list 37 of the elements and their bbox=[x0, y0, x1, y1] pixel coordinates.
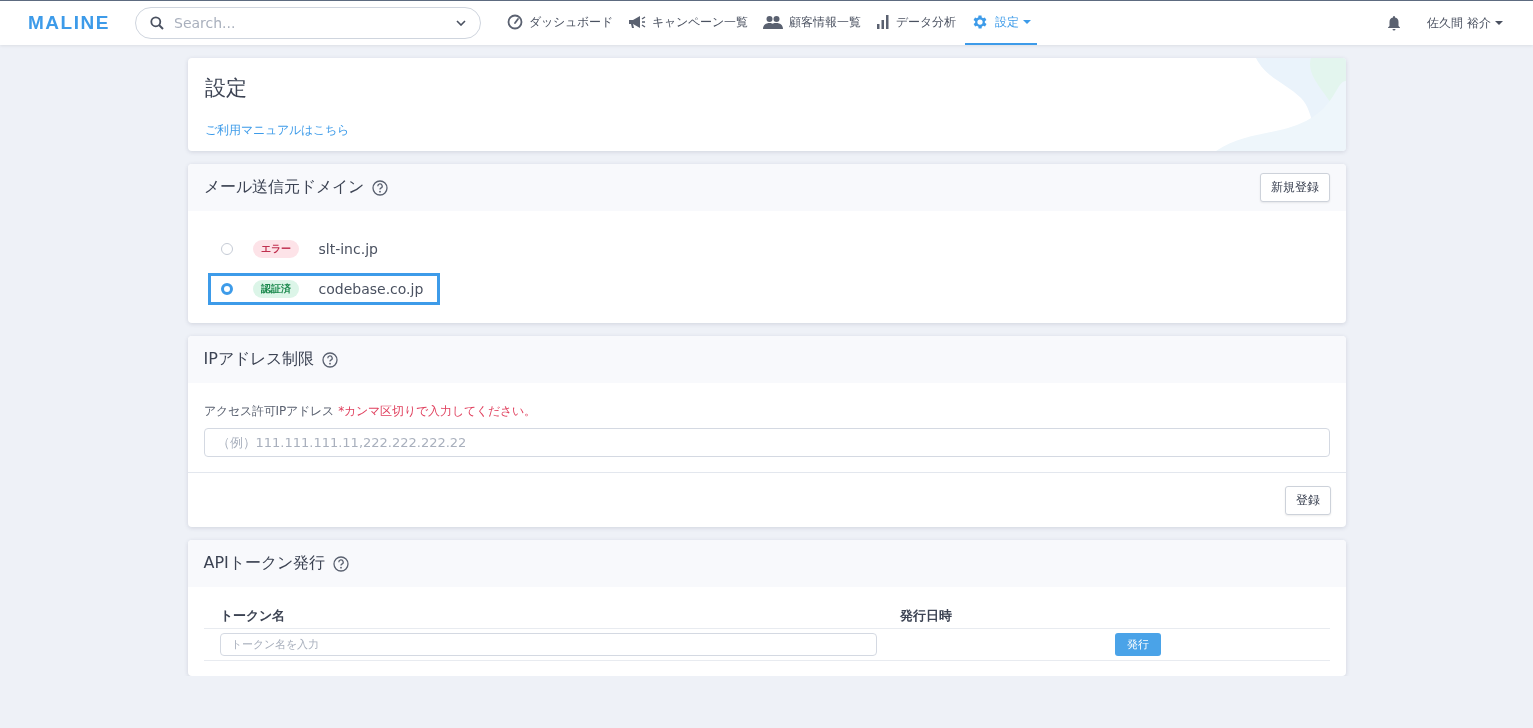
caret-icon bbox=[1495, 21, 1503, 25]
domain-option[interactable]: 認証済 codebase.co.jp bbox=[207, 273, 441, 305]
section-title: メール送信元ドメイン bbox=[203, 177, 364, 198]
gauge-icon bbox=[507, 14, 523, 30]
gear-icon bbox=[971, 13, 989, 31]
search-input[interactable]: Search... bbox=[172, 14, 448, 32]
user-menu[interactable]: 佐久間 裕介 bbox=[1427, 14, 1503, 32]
field-label: アクセス許可IPアドレス bbox=[203, 404, 335, 418]
nav-link[interactable]: 顧客情報一覧 bbox=[757, 1, 867, 45]
nav-link[interactable]: データ分析 bbox=[870, 1, 962, 45]
domain-name: slt-inc.jp bbox=[318, 241, 379, 257]
search-icon bbox=[150, 16, 164, 30]
column-header: 発行日時 bbox=[899, 607, 953, 625]
ip-address-field[interactable]: （例）111.111.111.11,222.222.222.22 bbox=[203, 428, 1330, 457]
field-note: *カンマ区切りで入力してください。 bbox=[338, 404, 537, 418]
status-badge: エラー bbox=[252, 240, 299, 258]
token-name-field[interactable]: トークン名を入力 bbox=[219, 633, 877, 656]
bar-chart-icon bbox=[876, 15, 890, 29]
nav-link[interactable]: キャンペーン一覧 bbox=[622, 1, 754, 45]
new-registration-button[interactable]: 新規登録 bbox=[1259, 173, 1330, 202]
domain-name: codebase.co.jp bbox=[318, 281, 425, 297]
domain-option[interactable]: エラー slt-inc.jp bbox=[207, 233, 395, 265]
section-title: APIトークン発行 bbox=[203, 553, 325, 574]
page-title: 設定 bbox=[204, 75, 248, 102]
help-icon[interactable] bbox=[371, 179, 388, 196]
nav-link[interactable]: ダッシュボード bbox=[501, 1, 619, 45]
register-button[interactable]: 登録 bbox=[1284, 486, 1331, 515]
bell-icon[interactable] bbox=[1387, 15, 1402, 31]
section-title: IPアドレス制限 bbox=[203, 349, 314, 370]
chevron-down-icon bbox=[456, 20, 466, 26]
people-icon bbox=[763, 15, 783, 29]
column-header: トークン名 bbox=[219, 607, 286, 625]
help-icon[interactable] bbox=[321, 351, 338, 368]
radio-button[interactable] bbox=[220, 283, 233, 295]
help-icon[interactable] bbox=[332, 555, 349, 572]
status-badge: 認証済 bbox=[252, 280, 299, 298]
megaphone-icon bbox=[628, 15, 646, 29]
